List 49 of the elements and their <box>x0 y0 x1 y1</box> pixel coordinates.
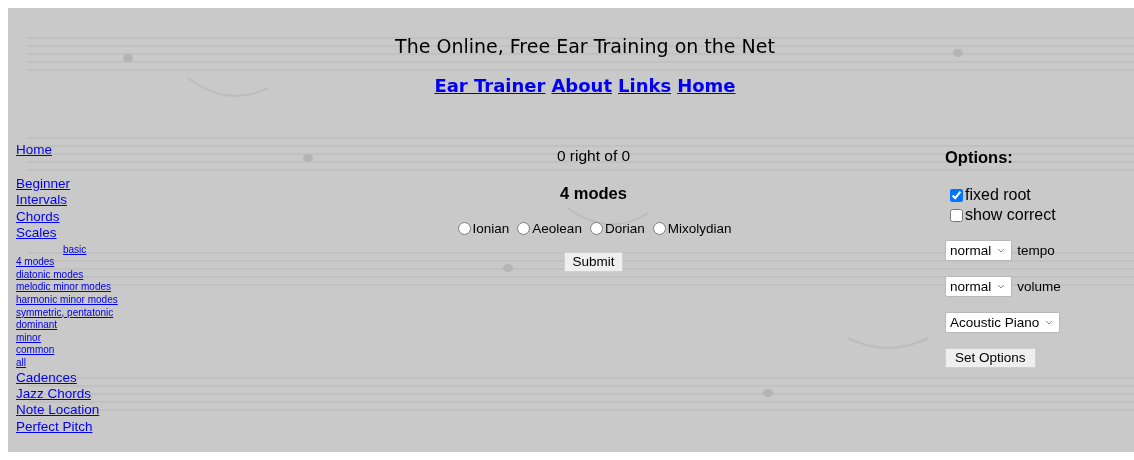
sidebar-link[interactable]: Beginner <box>16 176 71 193</box>
nav-link[interactable]: Links <box>618 75 672 97</box>
sidebar-link[interactable]: Intervals <box>16 192 68 209</box>
sidebar-link[interactable]: basic <box>63 243 87 257</box>
dropdown-select[interactable]: Acoustic Piano <box>945 312 1061 333</box>
sidebar-link[interactable]: diatonic modes <box>16 268 84 282</box>
site-title: The Online, Free Ear Training on the Net <box>395 35 775 57</box>
sidebar-link[interactable]: Jazz Chords <box>16 385 92 403</box>
checkbox-label: show correct <box>965 205 1056 225</box>
dropdown-select[interactable]: normal <box>945 276 1013 297</box>
radio-label: Mixolydian <box>667 221 732 236</box>
options-heading: Options: <box>945 148 1013 167</box>
sidebar-link[interactable]: symmetric, pentatonic <box>16 306 114 320</box>
sidebar-link[interactable]: Scales <box>16 225 57 242</box>
sidebar-link[interactable]: Note Location <box>16 402 100 419</box>
radio-label: Dorian <box>604 221 645 236</box>
nav-link[interactable]: Ear Trainer <box>434 75 546 97</box>
chevron-down-icon <box>1045 320 1054 325</box>
sidebar-link[interactable]: harmonic minor modes <box>16 294 118 307</box>
checkbox-label: fixed root <box>965 185 1031 205</box>
sidebar-link[interactable]: melodic minor modes <box>16 281 112 294</box>
select-label: tempo <box>1017 243 1055 258</box>
sidebar-link[interactable]: all <box>16 356 26 370</box>
nav-link[interactable]: Home <box>677 75 736 97</box>
radio-label: Aeolean <box>532 221 582 236</box>
option-checkbox[interactable] <box>950 208 963 222</box>
mode-radio[interactable] <box>457 222 471 235</box>
sidebar-link[interactable]: minor <box>16 331 41 345</box>
mode-radio[interactable] <box>652 222 666 235</box>
chevron-down-icon <box>997 284 1006 289</box>
sidebar-link[interactable]: common <box>16 344 55 357</box>
set-options-button[interactable]: Set Options <box>945 348 1036 368</box>
sidebar-link[interactable]: Home <box>16 142 52 158</box>
option-checkbox[interactable] <box>950 188 963 202</box>
radio-label: Ionian <box>472 221 510 236</box>
chevron-down-icon <box>997 248 1006 253</box>
submit-button[interactable]: Submit <box>564 252 623 272</box>
sidebar-link[interactable]: dominant <box>16 319 58 332</box>
select-label: volume <box>1017 279 1061 294</box>
mode-radio[interactable] <box>589 222 603 235</box>
sidebar-link[interactable]: Chords <box>16 208 60 226</box>
sidebar-link[interactable]: Cadences <box>16 369 77 386</box>
score-text: 0 right of 0 <box>556 147 631 165</box>
sidebar-link[interactable]: 4 modes <box>16 256 55 269</box>
mode-radio[interactable] <box>517 222 531 235</box>
sidebar-link[interactable]: Perfect Pitch <box>16 418 93 436</box>
quiz-heading: 4 modes <box>560 184 627 203</box>
nav-link[interactable]: About <box>551 75 612 97</box>
dropdown-select[interactable]: normal <box>945 240 1013 261</box>
